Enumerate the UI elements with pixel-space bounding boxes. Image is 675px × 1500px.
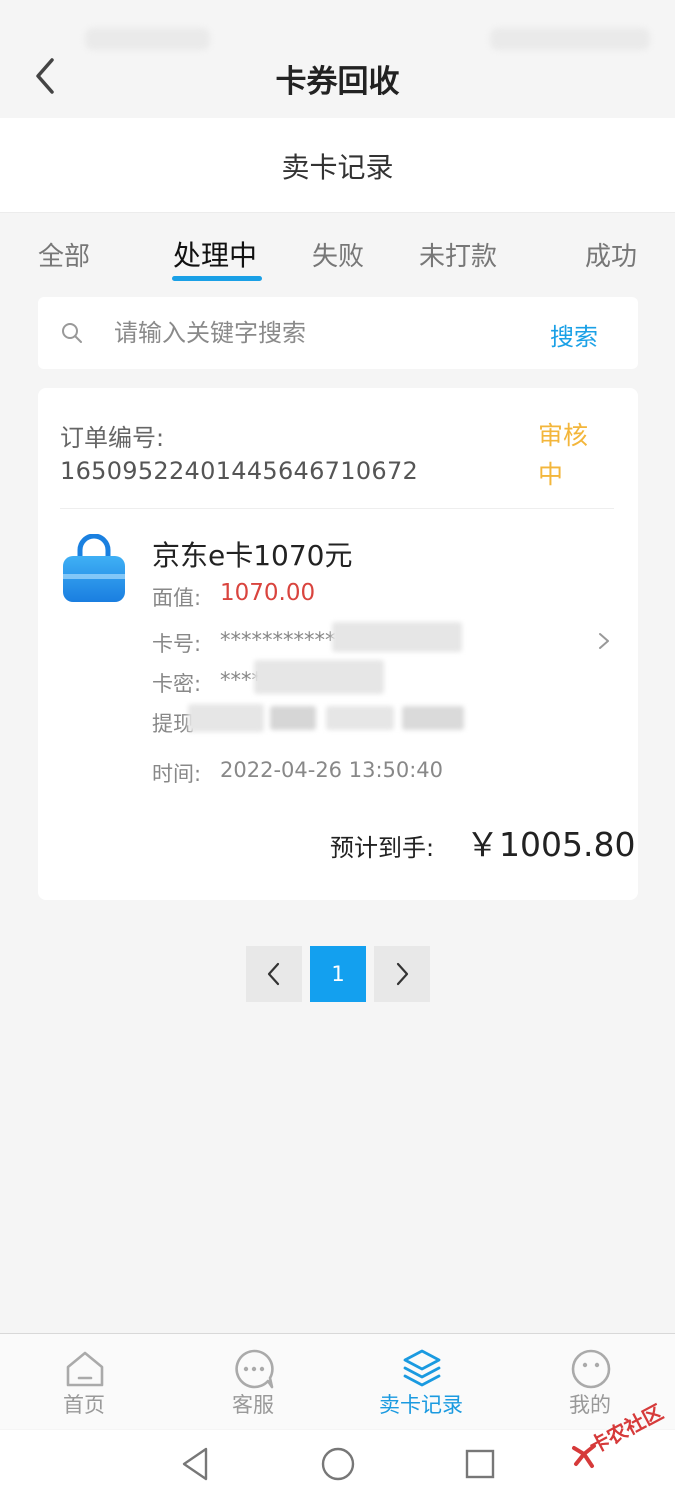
redacted-blur xyxy=(402,706,464,730)
search-bar: 搜索 xyxy=(38,297,638,369)
sub-header: 卖卡记录 xyxy=(0,118,675,213)
chevron-right-icon xyxy=(396,962,409,986)
back-triangle-icon[interactable] xyxy=(176,1444,216,1484)
tab-all[interactable]: 全部 xyxy=(38,236,90,273)
divider xyxy=(60,508,614,509)
search-input[interactable] xyxy=(114,313,514,353)
nav-label: 客服 xyxy=(232,1393,274,1417)
nav-label: 卖卡记录 xyxy=(379,1393,463,1417)
status-tabs: 全部 处理中 失败 未打款 成功 xyxy=(0,214,675,294)
face-value: 1070.00 xyxy=(220,580,316,606)
order-number-label: 订单编号: xyxy=(60,424,165,452)
watermark: 卡农社区 xyxy=(566,1400,675,1474)
tab-unpaid[interactable]: 未打款 xyxy=(419,236,497,273)
nav-item-home[interactable]: 首页 xyxy=(24,1334,144,1430)
redacted-blur xyxy=(188,704,264,732)
status-badge: 审核中 xyxy=(538,421,589,489)
order-number: 16509522401445646710672 xyxy=(60,457,419,485)
page-number-button[interactable]: 1 xyxy=(310,946,366,1002)
order-time: 2022-04-26 13:50:40 xyxy=(220,758,444,782)
recents-square-icon[interactable] xyxy=(460,1444,500,1484)
redacted-blur xyxy=(326,706,394,730)
card-number-label: 卡号: xyxy=(152,632,202,656)
search-icon xyxy=(62,323,82,343)
layers-icon xyxy=(403,1349,441,1387)
tab-processing[interactable]: 处理中 xyxy=(173,234,257,274)
search-button[interactable]: 搜索 xyxy=(550,317,598,352)
order-card[interactable]: 订单编号: 16509522401445646710672 审核中 京东e卡10… xyxy=(38,388,638,900)
prev-page-button[interactable] xyxy=(246,946,302,1002)
sub-title: 卖卡记录 xyxy=(281,151,394,184)
tab-failed[interactable]: 失败 xyxy=(312,236,364,273)
redacted-blur xyxy=(270,706,316,730)
nav-item-records[interactable]: 卖卡记录 xyxy=(361,1334,481,1430)
home-icon xyxy=(66,1351,104,1387)
next-page-button[interactable] xyxy=(374,946,430,1002)
home-circle-icon[interactable] xyxy=(318,1444,358,1484)
card-password-label: 卡密: xyxy=(152,672,202,696)
redacted-blur xyxy=(332,622,462,652)
shopping-bag-icon xyxy=(63,534,125,602)
card-name: 京东e卡1070元 xyxy=(152,539,353,572)
time-label: 时间: xyxy=(152,762,202,786)
nav-label: 首页 xyxy=(63,1393,105,1417)
pagination: 1 xyxy=(246,946,430,1002)
nav-header: 卡券回收 xyxy=(0,30,675,120)
face-value-label: 面值: xyxy=(152,586,202,610)
nav-item-service[interactable]: 客服 xyxy=(193,1334,313,1430)
chevron-left-icon xyxy=(267,962,280,986)
tab-success[interactable]: 成功 xyxy=(585,236,637,273)
active-tab-indicator xyxy=(172,276,262,281)
smiley-icon xyxy=(571,1349,611,1389)
expected-amount: ￥1005.80 xyxy=(466,825,636,864)
redacted-blur xyxy=(254,660,384,694)
expected-amount-label: 预计到手: xyxy=(330,834,435,862)
page-title: 卡券回收 xyxy=(275,64,400,100)
chevron-right-icon[interactable] xyxy=(596,630,612,652)
chat-icon xyxy=(235,1349,274,1389)
